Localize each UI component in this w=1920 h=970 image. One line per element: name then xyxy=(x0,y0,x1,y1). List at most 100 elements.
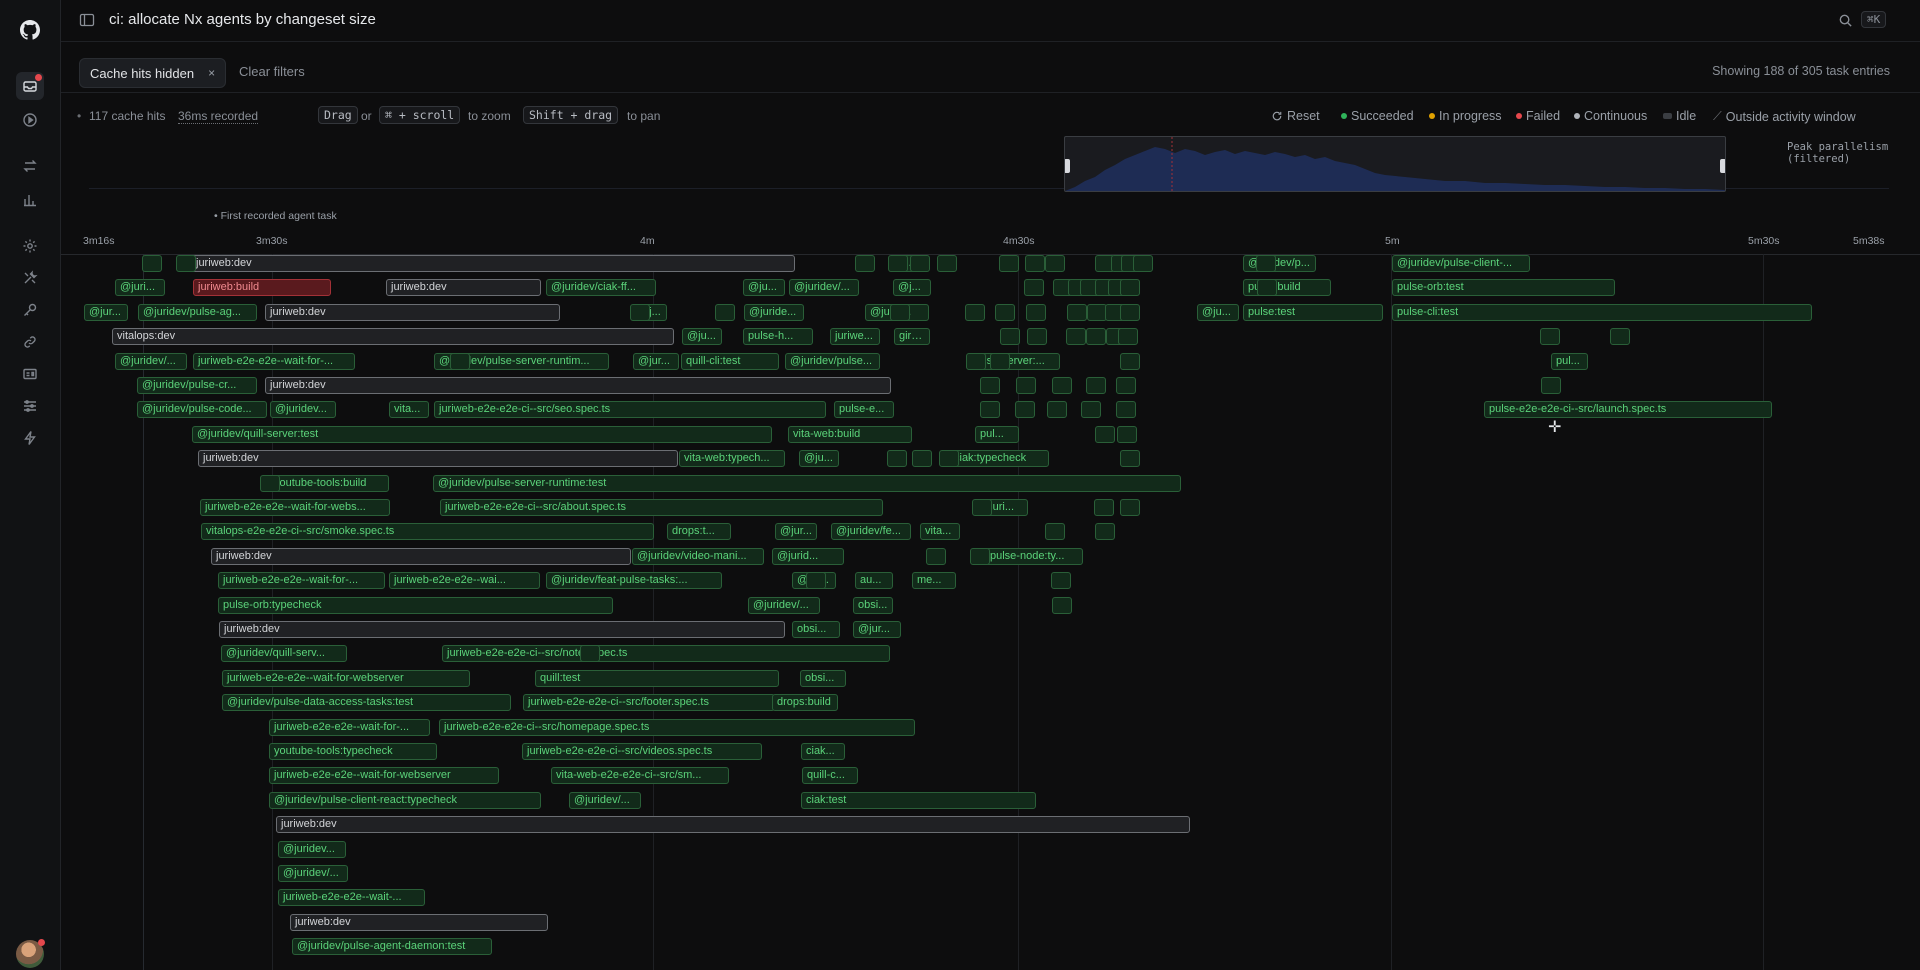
task-bar-small[interactable] xyxy=(1120,279,1140,297)
task-bar-small[interactable] xyxy=(1610,328,1630,346)
task-bar-small[interactable] xyxy=(176,255,196,272)
task-bar[interactable]: juriweb-e2e-e2e--wait-for-webserver xyxy=(222,669,470,687)
task-bar[interactable]: juriweb-e2e-e2e--wait-for-webs... xyxy=(200,499,390,516)
task-bar-small[interactable] xyxy=(1024,279,1044,297)
task-bar[interactable]: juriwe... xyxy=(830,328,880,346)
task-bar[interactable]: drops:build xyxy=(772,694,838,712)
task-bar-small[interactable] xyxy=(1086,328,1106,346)
task-bar[interactable]: vitalops-e2e-e2e-ci--src/smoke.spec.ts xyxy=(201,523,654,541)
task-bar-small[interactable] xyxy=(890,303,910,321)
task-bar[interactable]: @juridev/feat-pulse-tasks:... xyxy=(546,572,722,590)
reset-button[interactable]: Reset xyxy=(1271,109,1320,123)
clear-filters-button[interactable]: Clear filters xyxy=(239,64,305,79)
task-bar[interactable]: vita-web-e2e-e2e-ci--src/sm... xyxy=(551,767,729,785)
task-bar-small[interactable] xyxy=(1067,303,1087,321)
task-bar[interactable]: vita... xyxy=(389,401,429,419)
task-bar-small[interactable] xyxy=(1087,303,1107,321)
task-bar[interactable]: juriweb-e2e-e2e-ci--src/notes.spec.ts xyxy=(442,645,890,663)
task-bar-small[interactable] xyxy=(965,303,985,321)
task-bar[interactable]: obsi... xyxy=(792,621,840,638)
task-bar[interactable]: @juridev/p... xyxy=(1243,255,1316,272)
task-bar[interactable]: @ju... xyxy=(743,279,785,297)
task-bar[interactable]: youtube-tools:build xyxy=(269,474,389,492)
minimap-left-handle[interactable] xyxy=(1065,159,1070,173)
task-bar-small[interactable] xyxy=(1120,499,1140,516)
task-bar[interactable]: @juridev/quill-server:test xyxy=(192,425,772,443)
task-bar[interactable]: @juridev/... xyxy=(115,352,187,370)
task-bar[interactable]: @juridev/pulse... xyxy=(785,352,880,370)
task-bar[interactable]: @juridev/pulse-cr... xyxy=(137,377,257,394)
task-bar-small[interactable] xyxy=(1257,279,1277,297)
play-circle-icon[interactable] xyxy=(16,106,44,134)
task-bar[interactable]: pulse-orb:typecheck xyxy=(218,596,613,614)
task-bar-small[interactable] xyxy=(260,474,280,492)
link-icon[interactable] xyxy=(16,328,44,356)
task-bar[interactable]: gira... xyxy=(894,328,930,346)
task-bar[interactable]: @juridev/... xyxy=(748,596,820,614)
task-bar[interactable]: @juridev/... xyxy=(278,865,348,882)
task-bar-small[interactable] xyxy=(888,255,908,272)
task-bar[interactable]: juriweb-e2e-e2e-ci--src/footer.spec.ts xyxy=(523,694,775,712)
task-bar[interactable]: @jur... xyxy=(84,303,128,321)
task-bar-small[interactable] xyxy=(1095,523,1115,541)
task-bar[interactable]: juriweb:dev xyxy=(219,621,785,638)
task-bar[interactable]: pulse-e2e-e2e-ci--src/launch.spec.ts xyxy=(1484,401,1772,419)
task-bar[interactable]: juriweb:dev xyxy=(198,450,678,468)
task-bar-small[interactable] xyxy=(1045,255,1065,272)
task-bar-small[interactable] xyxy=(1086,377,1106,394)
task-bar[interactable]: @ju... xyxy=(682,328,722,346)
task-bar-small[interactable] xyxy=(1120,303,1140,321)
task-bar[interactable]: pulse-cli:test xyxy=(1392,303,1812,321)
task-bar-small[interactable] xyxy=(1047,401,1067,419)
task-bar-small[interactable] xyxy=(980,377,1000,394)
task-bar[interactable]: @ju... xyxy=(799,450,839,468)
task-bar[interactable]: juriweb:dev xyxy=(191,255,795,272)
task-bar-small[interactable] xyxy=(142,255,162,272)
task-bar[interactable]: @juridev/pulse-data-access-tasks:test xyxy=(222,694,511,712)
task-bar[interactable]: juriweb:dev xyxy=(211,547,631,565)
minimap-right-handle[interactable] xyxy=(1720,159,1725,173)
task-bar[interactable]: me... xyxy=(912,572,956,590)
task-bar[interactable]: pulse-orb:test xyxy=(1392,279,1615,297)
task-bar-small[interactable] xyxy=(1066,328,1086,346)
task-bar[interactable]: pulse-node:ty... xyxy=(985,547,1083,565)
task-bar[interactable]: quill:test xyxy=(535,669,779,687)
task-bar[interactable]: juriweb:dev xyxy=(276,816,1190,834)
task-bar[interactable]: juriweb-e2e-e2e-ci--src/seo.spec.ts xyxy=(434,401,826,419)
task-bar-small[interactable] xyxy=(1052,377,1072,394)
task-bar-small[interactable] xyxy=(1541,377,1561,394)
task-bar[interactable]: @juridev... xyxy=(270,401,336,419)
task-bar[interactable]: @juridev/video-mani... xyxy=(632,547,764,565)
task-bar-small[interactable] xyxy=(937,255,957,272)
id-card-icon[interactable] xyxy=(16,360,44,388)
task-bar-small[interactable] xyxy=(999,255,1019,272)
task-bar-small[interactable] xyxy=(1081,401,1101,419)
task-bar-small[interactable] xyxy=(1120,450,1140,468)
task-bar[interactable]: juriweb-e2e-e2e-ci--src/homepage.spec.ts xyxy=(439,718,915,736)
task-bar[interactable]: @jur... xyxy=(633,352,679,370)
task-bar-small[interactable] xyxy=(1118,328,1138,346)
task-bar[interactable]: @juridev/quill-serv... xyxy=(221,645,347,663)
task-bar[interactable]: vita... xyxy=(920,523,960,541)
task-bar[interactable]: @ju... xyxy=(1197,303,1239,321)
task-bar[interactable]: @juridev/ciak-ff... xyxy=(546,279,656,297)
task-bar-small[interactable] xyxy=(926,547,946,565)
task-bar[interactable]: juriweb-e2e-e2e-ci--src/videos.spec.ts xyxy=(522,743,762,760)
task-bar[interactable]: drops:t... xyxy=(667,523,731,541)
task-bar-small[interactable] xyxy=(806,572,826,590)
search-icon[interactable] xyxy=(1838,13,1853,28)
task-bar-small[interactable] xyxy=(980,401,1000,419)
bar-chart-icon[interactable] xyxy=(16,186,44,214)
task-bar-small[interactable] xyxy=(1117,425,1137,443)
task-bar-small[interactable] xyxy=(580,645,600,663)
task-bar-small[interactable] xyxy=(1025,255,1045,272)
minimap-viewport[interactable] xyxy=(1064,136,1726,192)
inbox-icon[interactable] xyxy=(16,72,44,100)
task-bar-small[interactable] xyxy=(1120,352,1140,370)
task-bar[interactable]: @juridev/pulse-server-runtime:test xyxy=(433,474,1181,492)
task-bar-small[interactable] xyxy=(1015,401,1035,419)
command-shortcut-badge[interactable]: ⌘K xyxy=(1861,11,1887,28)
task-bar-small[interactable] xyxy=(1027,328,1047,346)
task-bar[interactable]: @juridev/... xyxy=(569,791,641,809)
chip-close-icon[interactable]: × xyxy=(208,66,215,80)
